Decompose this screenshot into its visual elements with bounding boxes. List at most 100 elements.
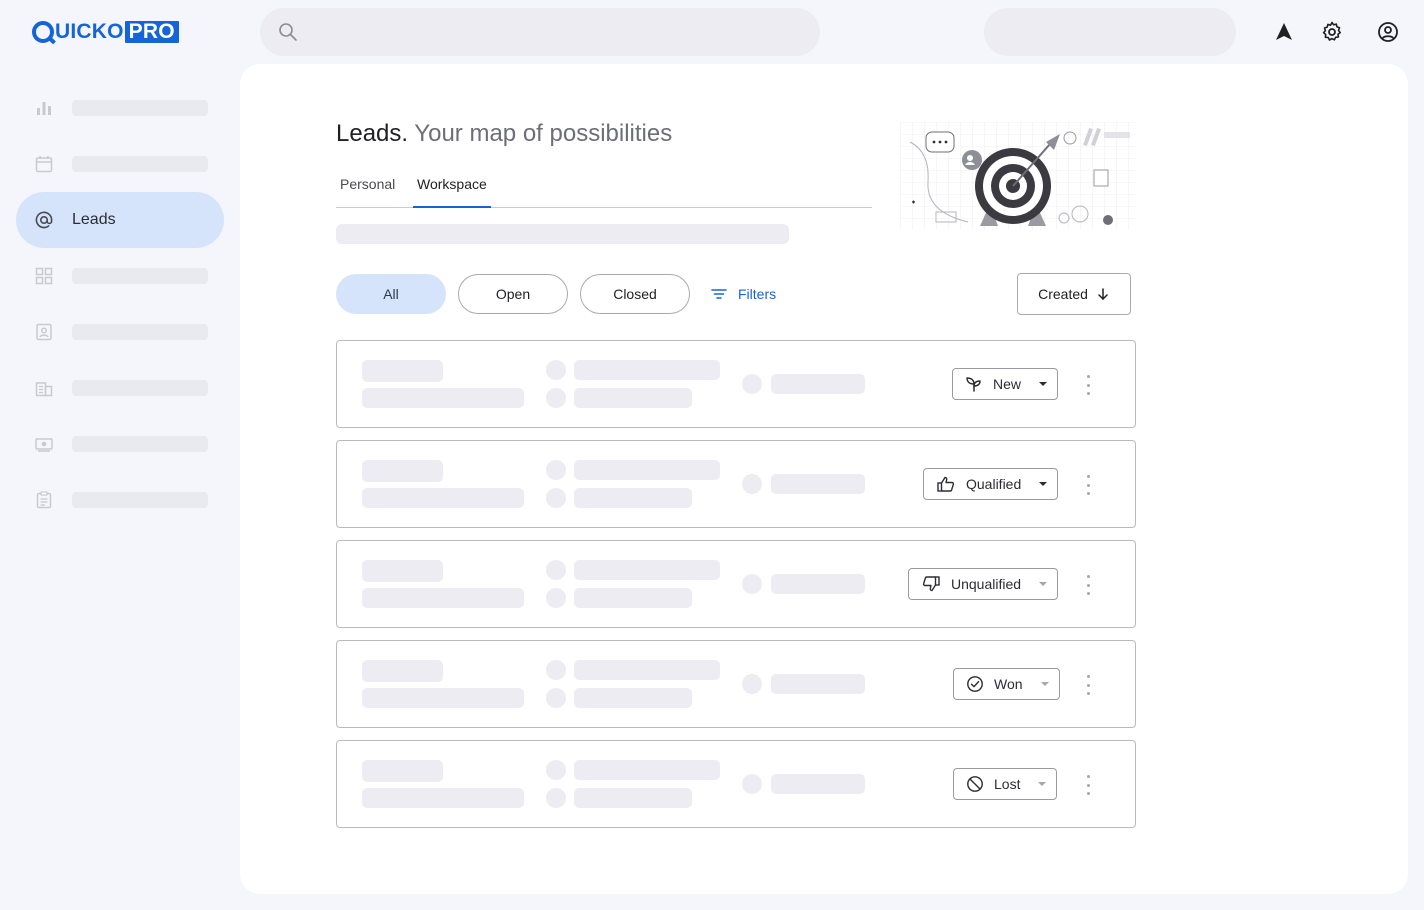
more-options-icon[interactable] xyxy=(1085,475,1091,495)
lead-row[interactable]: Won xyxy=(336,640,1136,728)
skeleton-avatar xyxy=(546,360,566,380)
skeleton-block xyxy=(574,560,720,580)
caret-down-icon xyxy=(1039,382,1048,386)
sidebar-item-placeholder xyxy=(72,100,208,116)
skeleton-avatar xyxy=(546,560,566,580)
filter-chip-all[interactable]: All xyxy=(336,274,446,314)
status-dropdown[interactable]: Won xyxy=(953,668,1060,700)
sidebar-item-calendar[interactable] xyxy=(16,136,224,192)
sidebar-item-placeholder xyxy=(72,380,208,396)
target-illustration xyxy=(900,122,1136,230)
thumbs-down-icon xyxy=(922,576,940,592)
more-options-icon[interactable] xyxy=(1085,675,1091,695)
skeleton-avatar xyxy=(546,488,566,508)
thumbs-up-icon xyxy=(937,476,955,492)
search-icon xyxy=(279,23,297,41)
skeleton-block xyxy=(362,388,524,408)
calendar-icon xyxy=(35,156,53,173)
tab-bar: Personal Workspace xyxy=(336,172,872,208)
sidebar-item-payments[interactable] xyxy=(16,416,224,472)
status-dropdown[interactable]: Unqualified xyxy=(908,568,1059,600)
main-panel: Leads. Your map of possibilities Persona… xyxy=(240,64,1408,894)
skeleton-block xyxy=(362,788,524,808)
sidebar-item-contacts[interactable] xyxy=(16,304,224,360)
skeleton-block xyxy=(574,788,692,808)
skeleton-avatar xyxy=(546,688,566,708)
sidebar-item-leads[interactable]: Leads xyxy=(16,192,224,248)
more-options-icon[interactable] xyxy=(1085,375,1091,395)
skeleton-block xyxy=(362,460,443,482)
status-dropdown[interactable]: Qualified xyxy=(923,468,1059,500)
status-label: Qualified xyxy=(966,476,1022,492)
skeleton-block xyxy=(771,674,865,694)
lead-row[interactable]: New xyxy=(336,340,1136,428)
skeleton-block xyxy=(362,688,524,708)
sidebar-item-companies[interactable] xyxy=(16,360,224,416)
filters-label: Filters xyxy=(738,286,777,302)
search-bar[interactable] xyxy=(260,8,820,56)
bar-chart-icon xyxy=(37,102,51,115)
sidebar-item-placeholder xyxy=(72,156,208,172)
skeleton-block xyxy=(574,488,692,508)
status-dropdown[interactable]: Lost xyxy=(953,768,1058,800)
page-title: Leads. Your map of possibilities xyxy=(336,120,672,148)
skeleton-block xyxy=(771,774,865,794)
skeleton-block xyxy=(362,360,443,382)
filter-lines-icon xyxy=(711,289,727,299)
navigation-arrow-icon[interactable] xyxy=(1272,20,1296,44)
status-label: Unqualified xyxy=(951,576,1022,592)
account-circle-icon[interactable] xyxy=(1376,20,1400,44)
block-icon xyxy=(967,776,983,792)
skeleton-block xyxy=(574,760,720,780)
lead-row[interactable]: Lost xyxy=(336,740,1136,828)
sidebar-item-analytics[interactable] xyxy=(16,80,224,136)
contact-card-icon xyxy=(36,323,52,341)
filters-button[interactable]: Filters xyxy=(710,274,776,314)
skeleton-block xyxy=(362,560,443,582)
gear-icon[interactable] xyxy=(1320,20,1344,44)
skeleton-block xyxy=(771,374,865,394)
grid-icon xyxy=(35,267,53,285)
skeleton-avatar xyxy=(546,660,566,680)
sort-button[interactable]: Created xyxy=(1017,273,1131,315)
arrow-down-icon xyxy=(1098,288,1108,300)
logo-q-mark xyxy=(32,21,54,43)
skeleton-avatar xyxy=(742,674,762,694)
more-options-icon[interactable] xyxy=(1085,775,1091,795)
logo-pro-badge: PRO xyxy=(124,21,179,43)
page-title-strong: Leads. xyxy=(336,120,409,147)
skeleton-block xyxy=(574,460,720,480)
description-placeholder xyxy=(336,224,789,244)
sprout-icon xyxy=(966,377,981,392)
filter-chip-closed[interactable]: Closed xyxy=(580,274,690,314)
lead-row[interactable]: Unqualified xyxy=(336,540,1136,628)
sidebar-item-placeholder xyxy=(72,324,208,340)
status-label: Lost xyxy=(994,776,1021,792)
skeleton-block xyxy=(362,760,443,782)
skeleton-avatar xyxy=(546,388,566,408)
sidebar-item-dashboard[interactable] xyxy=(16,248,224,304)
skeleton-avatar xyxy=(546,460,566,480)
skeleton-block xyxy=(771,574,865,594)
tab-personal[interactable]: Personal xyxy=(336,176,399,208)
skeleton-block xyxy=(362,588,524,608)
header-placeholder-pill[interactable] xyxy=(984,8,1236,56)
skeleton-avatar xyxy=(546,788,566,808)
skeleton-avatar xyxy=(742,374,762,394)
app-logo[interactable]: UICKO PRO xyxy=(32,20,179,44)
caret-down-icon xyxy=(1039,582,1048,586)
sidebar-item-tasks[interactable] xyxy=(16,472,224,528)
tab-workspace[interactable]: Workspace xyxy=(413,176,491,208)
building-icon xyxy=(35,382,53,397)
filter-chip-open[interactable]: Open xyxy=(458,274,568,314)
skeleton-block xyxy=(574,660,720,680)
clipboard-icon xyxy=(36,491,52,509)
status-dropdown[interactable]: New xyxy=(952,368,1059,400)
skeleton-avatar xyxy=(546,588,566,608)
skeleton-block xyxy=(362,488,524,508)
skeleton-avatar xyxy=(742,474,762,494)
caret-down-icon xyxy=(1038,782,1047,786)
skeleton-avatar xyxy=(742,574,762,594)
lead-row[interactable]: Qualified xyxy=(336,440,1136,528)
more-options-icon[interactable] xyxy=(1085,575,1091,595)
